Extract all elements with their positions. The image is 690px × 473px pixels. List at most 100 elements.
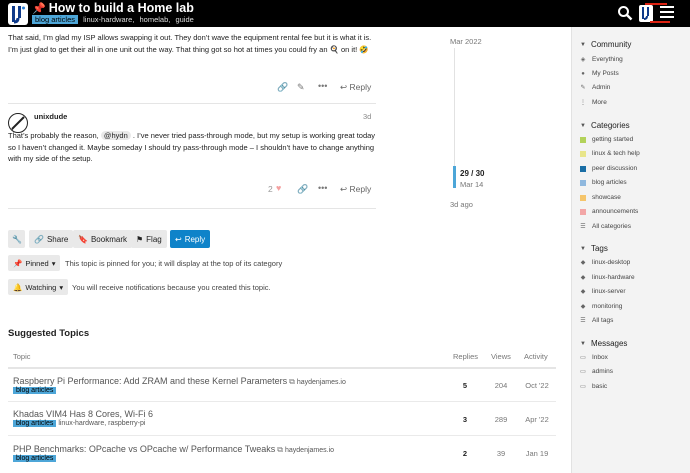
caret-down-icon: ▾ — [59, 282, 64, 292]
reply-button[interactable]: ↩ Reply — [340, 82, 371, 93]
sidebar-item-my-posts[interactable]: ● My Posts — [580, 70, 619, 77]
column-views[interactable]: Views — [491, 352, 511, 361]
post-body: That’s probably the reason, @hydn . I’ve… — [8, 130, 376, 165]
sidebar-item-admin[interactable]: ✎ Admin — [580, 84, 610, 91]
category-badge[interactable]: blog articles — [13, 387, 57, 394]
caret-down-icon: ▾ — [51, 258, 56, 268]
pinned-dropdown[interactable]: 📌 Pinned ▾ — [8, 255, 61, 271]
column-replies[interactable]: Replies — [453, 352, 478, 361]
sidebar-section-categories[interactable]: ▼ Categories — [580, 121, 630, 130]
annotation-mark — [645, 3, 667, 5]
sidebar-item-category[interactable]: getting started — [580, 136, 633, 143]
topic-link[interactable]: PHP Benchmarks: OPcache vs OPcache w/ Pe… — [13, 444, 334, 455]
topic-activity[interactable]: Apr '22 — [521, 415, 553, 424]
sidebar-item-label: linux-desktop — [592, 259, 631, 266]
sidebar-item-label: peer discussion — [592, 165, 638, 172]
category-badge[interactable]: blog articles — [13, 455, 57, 462]
user-mention[interactable]: @hydn — [100, 131, 131, 140]
topic-views: 289 — [494, 415, 508, 424]
timeline-start-date[interactable]: Mar 2022 — [450, 37, 482, 46]
timeline-end-date[interactable]: 3d ago — [450, 200, 473, 209]
post-username[interactable]: unixdude — [34, 112, 67, 121]
topic-replies[interactable]: 3 — [450, 415, 480, 424]
site-logo[interactable] — [8, 3, 28, 25]
topic-category: blog articles — [13, 455, 57, 462]
sidebar-item-category[interactable]: showcase — [580, 194, 621, 201]
search-icon[interactable] — [617, 5, 633, 21]
category-color-swatch — [580, 179, 586, 186]
sidebar-item-category[interactable]: linux & tech help — [580, 150, 640, 157]
topic-title[interactable]: 📌 How to build a Home lab — [32, 1, 194, 15]
sidebar-item-tag[interactable]: ◆ linux-server — [580, 288, 626, 295]
topic-domain: haydenjames.io — [296, 379, 346, 386]
watching-dropdown[interactable]: 🔔 Watching ▾ — [8, 279, 69, 295]
topic-activity[interactable]: Oct '22 — [521, 381, 553, 390]
sidebar-item-group-inbox[interactable]: ▭ basic — [580, 383, 607, 390]
sidebar-item-label: admins — [592, 368, 613, 375]
section-label: Categories — [590, 121, 630, 130]
sidebar-item-inbox[interactable]: ▭ Inbox — [580, 354, 608, 361]
category-badge[interactable]: blog articles — [13, 420, 57, 427]
sidebar-item-category[interactable]: blog articles — [580, 179, 627, 186]
reply-icon: ↩ — [175, 234, 182, 244]
sidebar-section-community[interactable]: ▼ Community — [580, 40, 631, 49]
topic-meta: blog articles linux-hardware, homelab, g… — [32, 15, 194, 24]
sidebar-section-tags[interactable]: ▼ Tags — [580, 244, 608, 253]
topic-activity[interactable]: Jan 19 — [521, 449, 553, 458]
copy-link-icon[interactable]: 🔗 — [297, 184, 308, 195]
reply-topic-button[interactable]: ↩ Reply — [170, 230, 211, 248]
bookmark-icon: 🔖 — [78, 234, 88, 244]
share-button[interactable]: 🔗 Share — [29, 230, 74, 248]
sidebar-item-label: getting started — [592, 136, 634, 143]
inbox-icon: ▭ — [580, 384, 586, 390]
tag-link[interactable]: homelab, — [140, 15, 171, 24]
like-count[interactable]: 2 — [268, 184, 273, 194]
heart-icon[interactable]: ♥ — [276, 183, 281, 193]
sidebar-item-tag[interactable]: ◆ linux-desktop — [580, 259, 631, 266]
reply-button[interactable]: ↩ Reply — [340, 184, 371, 195]
topic-views: 204 — [494, 381, 508, 390]
tag-link[interactable]: linux-hardware, — [83, 15, 134, 24]
sidebar: ▼ Community ◈ Everything ● My Posts ✎ Admin … — [571, 27, 690, 473]
topic-link[interactable]: Khadas VIM4 Has 8 Cores, Wi-Fi 6 — [13, 409, 153, 419]
admin-wrench-button[interactable]: 🔧 — [8, 230, 25, 248]
topic-replies[interactable]: 5 — [450, 381, 480, 390]
column-activity[interactable]: Activity — [524, 352, 548, 361]
pinned-description: This topic is pinned for you; it will di… — [65, 259, 283, 268]
more-actions-icon[interactable]: ••• — [318, 183, 327, 193]
sidebar-item-more[interactable]: ⋮ More — [580, 99, 607, 106]
timeline-date: Mar 14 — [460, 180, 484, 189]
topic-tags[interactable]: linux-hardware, raspberry-pi — [58, 420, 145, 427]
list-icon: ☰ — [580, 318, 586, 324]
bookmark-label: Bookmark — [90, 234, 127, 244]
topic-replies[interactable]: 2 — [450, 449, 480, 458]
category-badge[interactable]: blog articles — [32, 15, 79, 24]
post-date[interactable]: 3d — [363, 112, 371, 121]
sidebar-item-label: showcase — [592, 194, 621, 201]
external-link-icon: ⧉ — [289, 377, 295, 386]
category-color-swatch — [580, 194, 586, 201]
sidebar-item-category[interactable]: peer discussion — [580, 165, 637, 172]
edit-icon[interactable]: ✎ — [297, 82, 305, 93]
annotation-mark — [650, 21, 670, 23]
topic-link[interactable]: Raspberry Pi Performance: Add ZRAM and t… — [13, 376, 346, 387]
reply-label: Reply — [349, 184, 372, 194]
sidebar-item-everything[interactable]: ◈ Everything — [580, 56, 623, 63]
sidebar-item-all-categories[interactable]: ☰ All categories — [580, 223, 631, 230]
hamburger-menu-icon[interactable] — [660, 6, 674, 20]
copy-link-icon[interactable]: 🔗 — [277, 82, 288, 93]
section-label: Messages — [590, 339, 628, 348]
sidebar-section-messages[interactable]: ▼ Messages — [580, 339, 627, 348]
flag-button[interactable]: ⚑ Flag — [131, 230, 167, 248]
sidebar-item-group-inbox[interactable]: ▭ admins — [580, 368, 613, 375]
tag-link[interactable]: guide — [175, 15, 193, 24]
timeline-handle[interactable] — [453, 166, 456, 188]
user-avatar[interactable] — [639, 5, 653, 22]
sidebar-item-all-tags[interactable]: ☰ All tags — [580, 317, 613, 324]
more-actions-icon[interactable]: ••• — [318, 81, 327, 91]
bookmark-button[interactable]: 🔖 Bookmark — [73, 230, 132, 248]
sidebar-item-tag[interactable]: ◆ linux-hardware — [580, 274, 635, 281]
sidebar-item-category[interactable]: announcements — [580, 208, 638, 215]
tag-icon: ◆ — [580, 275, 586, 281]
sidebar-item-tag[interactable]: ◆ monitoring — [580, 303, 623, 310]
